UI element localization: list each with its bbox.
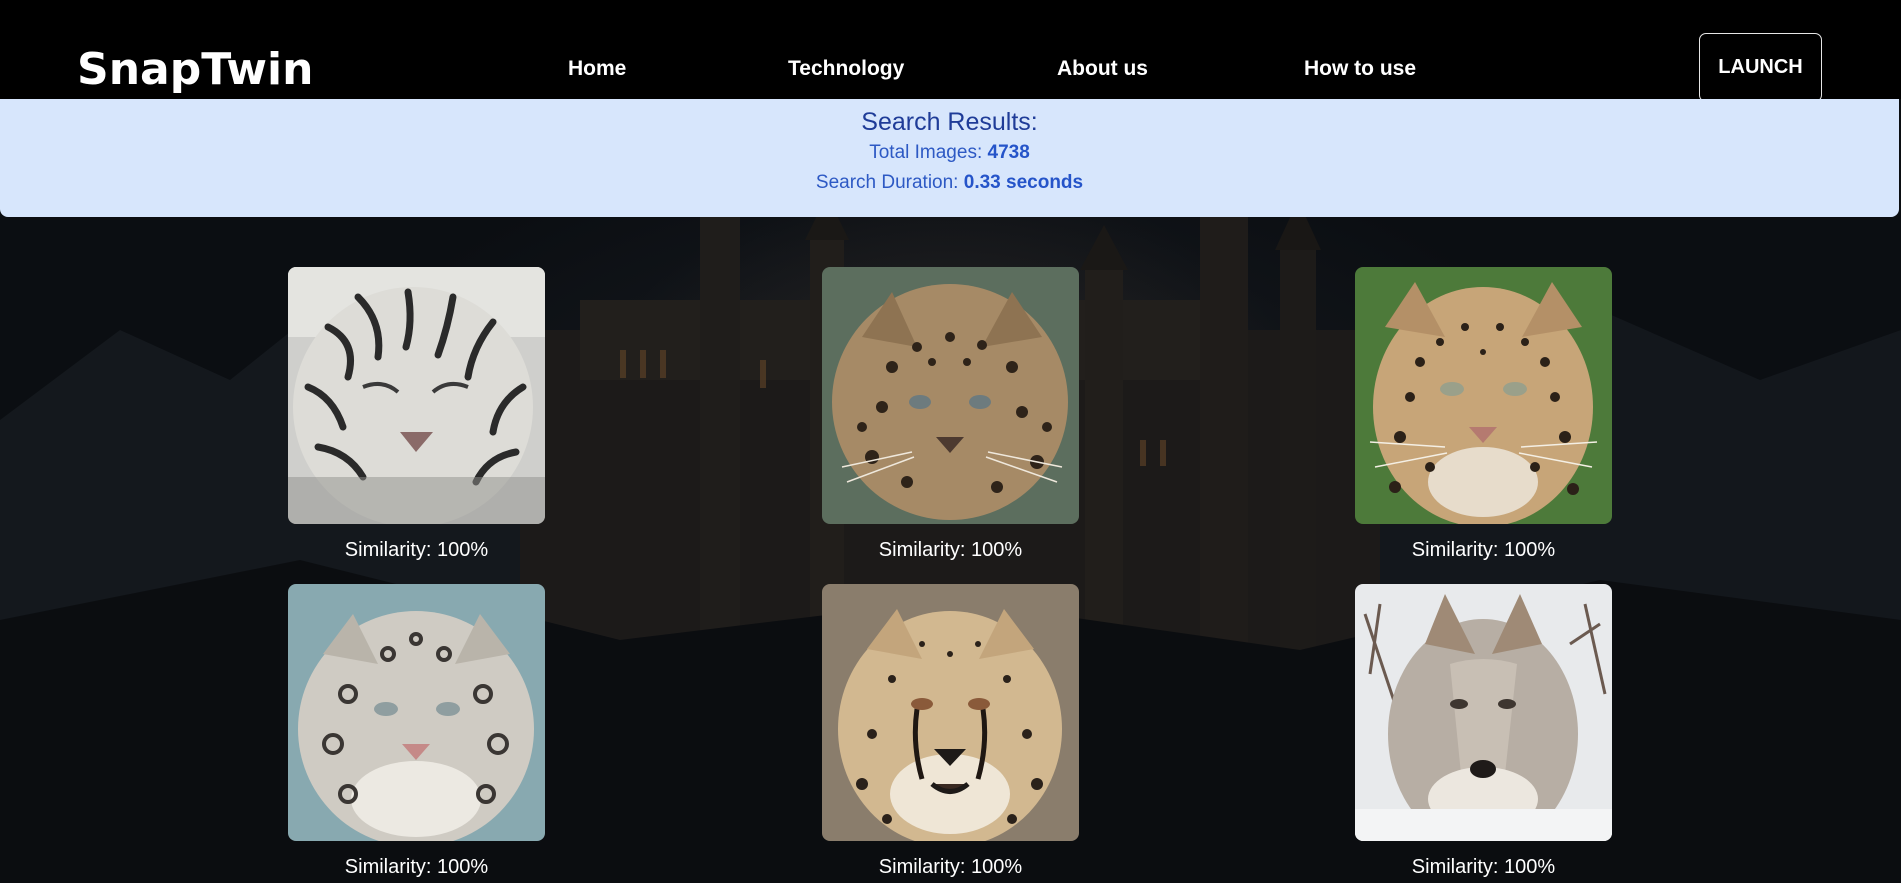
similarity-caption: Similarity: 100% bbox=[878, 856, 1023, 878]
total-images-line: Total Images: 4738 bbox=[0, 141, 1899, 165]
cheetah-image[interactable] bbox=[822, 584, 1079, 841]
result-card[interactable]: Similarity: 100% bbox=[288, 584, 545, 878]
result-card[interactable]: Similarity: 100% bbox=[822, 584, 1079, 878]
search-duration-label: Search Duration: bbox=[815, 172, 964, 193]
similarity-caption: Similarity: 100% bbox=[878, 539, 1023, 561]
result-card[interactable]: Similarity: 100% bbox=[1355, 584, 1612, 878]
brand-logo[interactable]: SnapTwin bbox=[77, 44, 313, 96]
search-results-title: Search Results: bbox=[861, 108, 1038, 136]
similarity-caption: Similarity: 100% bbox=[344, 856, 489, 878]
similarity-caption: Similarity: 100% bbox=[1411, 856, 1556, 878]
page: SnapTwin Home Technology About us How to… bbox=[0, 0, 1901, 883]
similarity-caption: Similarity: 100% bbox=[344, 539, 489, 561]
leopard-cub-image[interactable] bbox=[822, 267, 1079, 524]
search-duration-value: 0.33 seconds bbox=[963, 172, 1084, 193]
nav-link-home[interactable]: Home bbox=[568, 56, 626, 82]
nav-link-how-to-use[interactable]: How to use bbox=[1304, 56, 1416, 82]
leopard-image[interactable] bbox=[1355, 267, 1612, 524]
total-images-label: Total Images: bbox=[869, 142, 988, 163]
launch-button[interactable]: LAUNCH bbox=[1699, 33, 1822, 102]
nav-link-technology[interactable]: Technology bbox=[788, 56, 904, 82]
result-card[interactable]: Similarity: 100% bbox=[822, 267, 1079, 561]
nav-link-about-us[interactable]: About us bbox=[1057, 56, 1148, 82]
result-card[interactable]: Similarity: 100% bbox=[288, 267, 545, 561]
snow-leopard-image[interactable] bbox=[288, 584, 545, 841]
result-card[interactable]: Similarity: 100% bbox=[1355, 267, 1612, 561]
search-duration-line: Search Duration: 0.33 seconds bbox=[0, 171, 1899, 195]
gray-wolf-image[interactable] bbox=[1355, 584, 1612, 841]
similarity-caption: Similarity: 100% bbox=[1411, 539, 1556, 561]
white-tiger-image[interactable] bbox=[288, 267, 545, 524]
total-images-value: 4738 bbox=[987, 142, 1030, 163]
